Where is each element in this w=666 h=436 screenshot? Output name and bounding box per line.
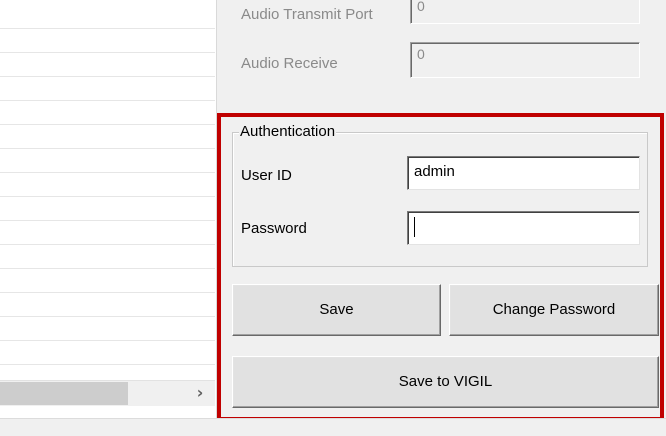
list-row-divider: [0, 100, 215, 101]
list-row-divider: [0, 292, 215, 293]
list-row-divider: [0, 52, 215, 53]
chevron-right-icon[interactable]: ›: [193, 383, 207, 403]
scrollbar-thumb[interactable]: [0, 382, 128, 405]
status-strip: [0, 418, 666, 436]
list-row-divider: [0, 316, 215, 317]
list-pane[interactable]: ›: [0, 0, 217, 418]
list-row-divider: [0, 172, 215, 173]
list-row-divider: [0, 28, 215, 29]
list-row-divider: [0, 196, 215, 197]
list-row-divider: [0, 124, 215, 125]
save-button[interactable]: Save: [232, 284, 441, 336]
list-row-divider: [0, 364, 215, 365]
list-row-divider: [0, 148, 215, 149]
settings-form: Audio Transmit Port 0 Audio Receive 0 Au…: [217, 0, 666, 435]
user-id-label: User ID: [241, 167, 292, 184]
authentication-group-title: Authentication: [239, 123, 337, 141]
list-row-divider: [0, 340, 215, 341]
audio-transmit-port-field: 0: [410, 0, 640, 24]
horizontal-scrollbar[interactable]: ›: [0, 380, 215, 406]
authentication-groupbox: Authentication User ID admin Password: [232, 123, 648, 267]
change-password-button[interactable]: Change Password: [449, 284, 659, 336]
list-row-divider: [0, 76, 215, 77]
highlight-frame: Authentication User ID admin Password Sa…: [217, 113, 664, 421]
list-row-divider: [0, 268, 215, 269]
list-row-divider: [0, 244, 215, 245]
password-input[interactable]: [407, 211, 640, 245]
audio-receive-label: Audio Receive: [241, 55, 338, 72]
password-label: Password: [241, 220, 307, 237]
user-id-input[interactable]: admin: [407, 156, 640, 190]
save-to-vigil-button[interactable]: Save to VIGIL: [232, 356, 659, 408]
list-row-divider: [0, 220, 215, 221]
audio-transmit-port-label: Audio Transmit Port: [241, 6, 373, 23]
audio-receive-field: 0: [410, 42, 640, 78]
text-caret: [414, 217, 415, 238]
